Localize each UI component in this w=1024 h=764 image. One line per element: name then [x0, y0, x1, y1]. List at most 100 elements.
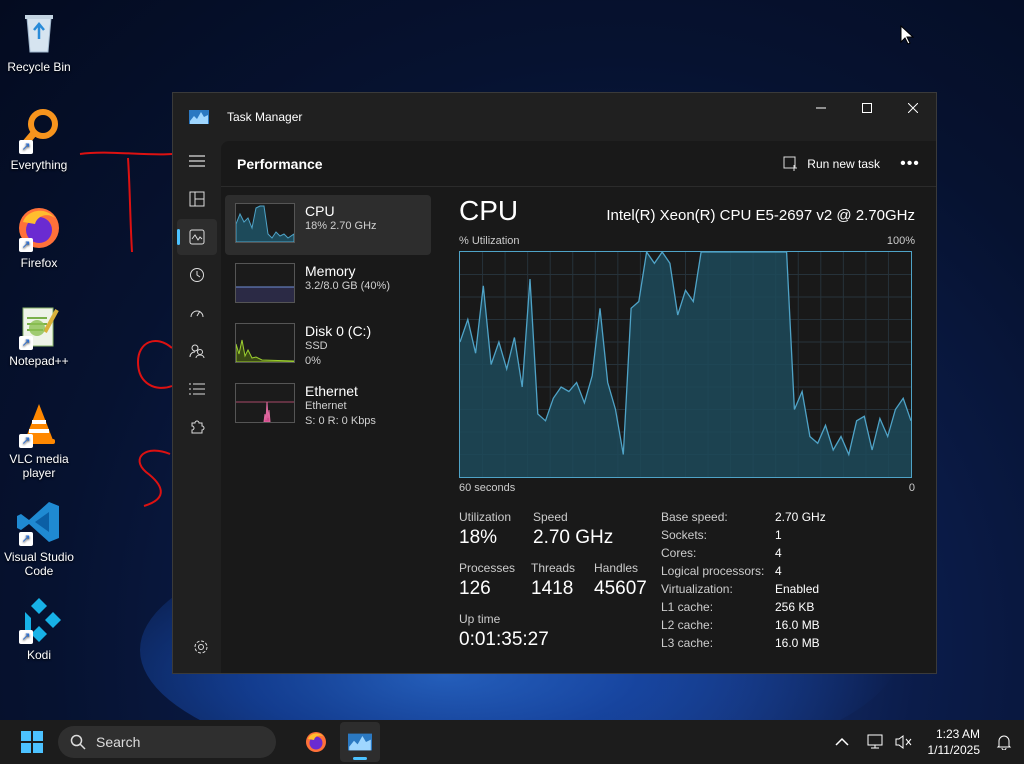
prop-key: L2 cache: [661, 618, 714, 632]
desktop-icon-label: Kodi [26, 648, 52, 662]
settings-button[interactable] [181, 629, 221, 665]
prop-row: L2 cache: 16.0 MB [661, 618, 826, 636]
prop-value: 256 KB [775, 600, 815, 614]
nav-performance-button[interactable] [177, 219, 217, 255]
puzzle-icon [191, 420, 205, 434]
start-button[interactable] [12, 722, 52, 762]
cpu-utilization-graph [459, 250, 912, 478]
notifications-button[interactable] [990, 722, 1018, 762]
desktop-icon-label: Everything [10, 158, 68, 172]
cpu-model-name: Intel(R) Xeon(R) CPU E5-2697 v2 @ 2.70GH… [606, 207, 915, 224]
axis-time: 60 seconds [459, 482, 516, 494]
device-sub: S: 0 R: 0 Kbps [305, 415, 376, 427]
system-tray: 1:23 AM 1/11/2025 [822, 722, 1024, 762]
device-item-cpu[interactable]: CPU 18% 2.70 GHz [225, 195, 431, 255]
disk-thumbnail-graph [235, 339, 295, 363]
desktop-icon-label: Visual Studio Code [4, 550, 74, 578]
prop-value: Enabled [775, 582, 820, 596]
prop-value: 4 [775, 564, 782, 578]
device-name: Disk 0 (C:) [305, 323, 372, 339]
desktop-icon-firefox[interactable]: ↗ Firefox [0, 204, 78, 270]
stat-value: 18% [459, 527, 498, 548]
desktop-icon-label: VLC media player [9, 452, 69, 480]
device-name: CPU [305, 203, 335, 219]
desktop-icon-everything[interactable]: ↗ Everything [0, 106, 78, 172]
stat-label: Utilization [459, 510, 512, 524]
nav-services-button[interactable] [177, 409, 217, 445]
search-icon [70, 734, 86, 750]
prop-key: Sockets: [661, 528, 708, 542]
stat-value: 2.70 GHz [533, 527, 614, 548]
everything-icon: ↗ [15, 106, 63, 154]
network-status-button[interactable] [862, 722, 890, 762]
minimize-button[interactable] [798, 93, 844, 123]
run-task-icon [783, 156, 798, 171]
hamburger-menu-button[interactable] [177, 143, 217, 179]
prop-row: Logical processors: 4 [661, 564, 826, 582]
performance-icon [189, 229, 205, 245]
stat-label: Handles [594, 561, 639, 575]
history-icon [190, 268, 204, 282]
mouse-cursor-icon [900, 25, 914, 45]
desktop-icon-recycle-bin[interactable]: Recycle Bin [0, 8, 78, 74]
stat-value: 0:01:35:27 [459, 629, 549, 650]
nav-app-history-button[interactable] [177, 257, 217, 293]
red-scribble-annotation [79, 151, 173, 507]
prop-value: 16.0 MB [775, 618, 820, 632]
clock-date: 1/11/2025 [927, 743, 981, 757]
maximize-button[interactable] [844, 93, 890, 123]
axis-max: 100% [886, 235, 915, 247]
run-new-task-button[interactable]: Run new task [773, 150, 890, 178]
ethernet-thumbnail-graph [236, 401, 294, 423]
title-bar[interactable]: Task Manager [173, 93, 936, 141]
axis-label: % Utilization [459, 235, 520, 247]
cpu-utilization-chart [459, 250, 912, 477]
users-icon [189, 344, 205, 359]
close-button[interactable] [890, 93, 936, 123]
show-hidden-icons-button[interactable] [822, 722, 862, 762]
detail-heading: CPU [459, 195, 519, 226]
desktop-icon-kodi[interactable]: ↗ Kodi [0, 596, 78, 662]
nav-startup-apps-button[interactable] [177, 295, 217, 331]
prop-row: Sockets: 1 [661, 528, 826, 546]
taskbar-firefox[interactable] [296, 722, 336, 762]
taskbar-search-box[interactable]: Search [58, 726, 276, 758]
shortcut-arrow-icon: ↗ [19, 140, 33, 154]
prop-key: Cores: [661, 546, 697, 560]
prop-key: Logical processors: [661, 564, 765, 578]
more-options-button[interactable]: ••• [890, 155, 930, 173]
firefox-icon [306, 732, 326, 752]
clock[interactable]: 1:23 AM 1/11/2025 [928, 726, 981, 758]
prop-key: L3 cache: [661, 636, 714, 650]
speedometer-icon [190, 310, 204, 318]
ethernet-thumbnail [235, 383, 295, 423]
shortcut-arrow-icon: ↗ [19, 532, 33, 546]
device-item-memory[interactable]: Memory 3.2/8.0 GB (40%) [225, 255, 431, 315]
prop-row: Base speed: 2.70 GHz [661, 510, 826, 528]
stat-threads: Threads 1418 [531, 561, 575, 600]
prop-value: 2.70 GHz [775, 510, 826, 524]
nav-details-button[interactable] [177, 371, 217, 407]
device-sub: SSD [305, 340, 328, 352]
desktop-icon-notepadpp[interactable]: ↗ Notepad++ [0, 302, 78, 368]
prop-row: Virtualization: Enabled [661, 582, 826, 600]
taskbar: Search 1:23 AM 1/11/2025 [0, 720, 1024, 764]
prop-key: Base speed: [661, 510, 728, 524]
cpu-detail-panel: CPU Intel(R) Xeon(R) CPU E5-2697 v2 @ 2.… [459, 195, 915, 660]
vscode-icon: ↗ [15, 498, 63, 546]
desktop-icon-vscode[interactable]: ↗ Visual Studio Code [0, 498, 78, 578]
page-title: Performance [237, 155, 323, 172]
shortcut-arrow-icon: ↗ [19, 434, 33, 448]
volume-button[interactable] [890, 722, 918, 762]
speaker-muted-icon [895, 735, 911, 749]
device-item-ethernet[interactable]: Ethernet Ethernet S: 0 R: 0 Kbps [225, 375, 431, 435]
desktop-icon-vlc[interactable]: ↗ VLC media player [0, 400, 78, 480]
desktop-icon-label: Firefox [20, 256, 58, 270]
nav-processes-button[interactable] [177, 181, 217, 217]
cpu-stats: Utilization 18% Speed 2.70 GHz Processes… [459, 510, 915, 660]
taskbar-task-manager[interactable] [340, 722, 380, 762]
nav-users-button[interactable] [177, 333, 217, 369]
device-item-disk[interactable]: Disk 0 (C:) SSD 0% [225, 315, 431, 375]
device-name: Ethernet [305, 383, 358, 399]
device-sub: 3.2/8.0 GB (40%) [305, 280, 390, 292]
